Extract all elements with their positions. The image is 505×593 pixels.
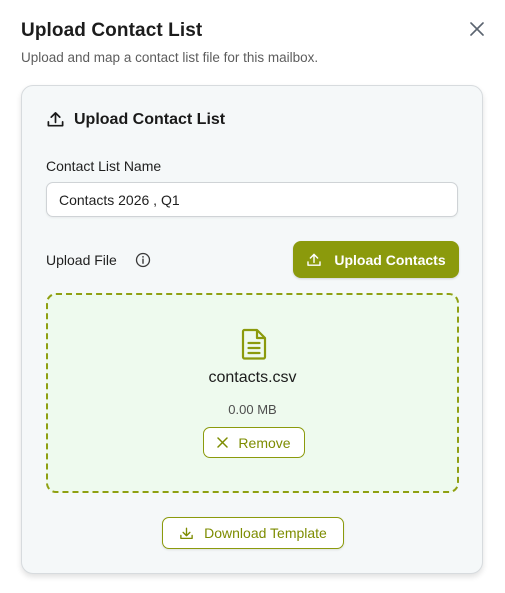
dialog-title: Upload Contact List	[21, 20, 203, 41]
info-icon	[135, 252, 151, 268]
info-button[interactable]	[130, 247, 156, 273]
contact-list-name-label: Contact List Name	[46, 158, 162, 174]
upload-contacts-button[interactable]: Upload Contacts	[293, 241, 459, 278]
download-template-button[interactable]: Download Template	[162, 517, 344, 549]
x-icon	[217, 437, 229, 448]
remove-label: Remove	[238, 434, 291, 451]
remove-file-button[interactable]: Remove	[203, 427, 305, 458]
card-header: Upload Contact List	[46, 110, 225, 129]
file-size: 0.00 MB	[228, 402, 277, 417]
file-dropzone[interactable]: contacts.csv 0.00 MB Remove	[46, 293, 459, 493]
close-icon	[470, 22, 484, 36]
contact-list-name-input[interactable]	[46, 182, 458, 217]
upload-contacts-label: Upload Contacts	[334, 251, 446, 268]
dialog-subtitle: Upload and map a contact list file for t…	[21, 50, 319, 65]
file-name: contacts.csv	[208, 369, 297, 386]
file-text-icon	[241, 328, 267, 360]
upload-card: Upload Contact List Contact List Name Up…	[21, 85, 483, 574]
card-title: Upload Contact List	[74, 110, 226, 128]
upload-icon	[307, 253, 322, 266]
download-template-label: Download Template	[204, 525, 327, 541]
upload-contact-dialog: Upload Contact List Upload and map a con…	[0, 0, 505, 593]
download-icon	[180, 527, 193, 539]
close-button[interactable]	[466, 18, 488, 40]
upload-icon	[47, 111, 64, 127]
upload-file-label: Upload File	[46, 252, 117, 268]
